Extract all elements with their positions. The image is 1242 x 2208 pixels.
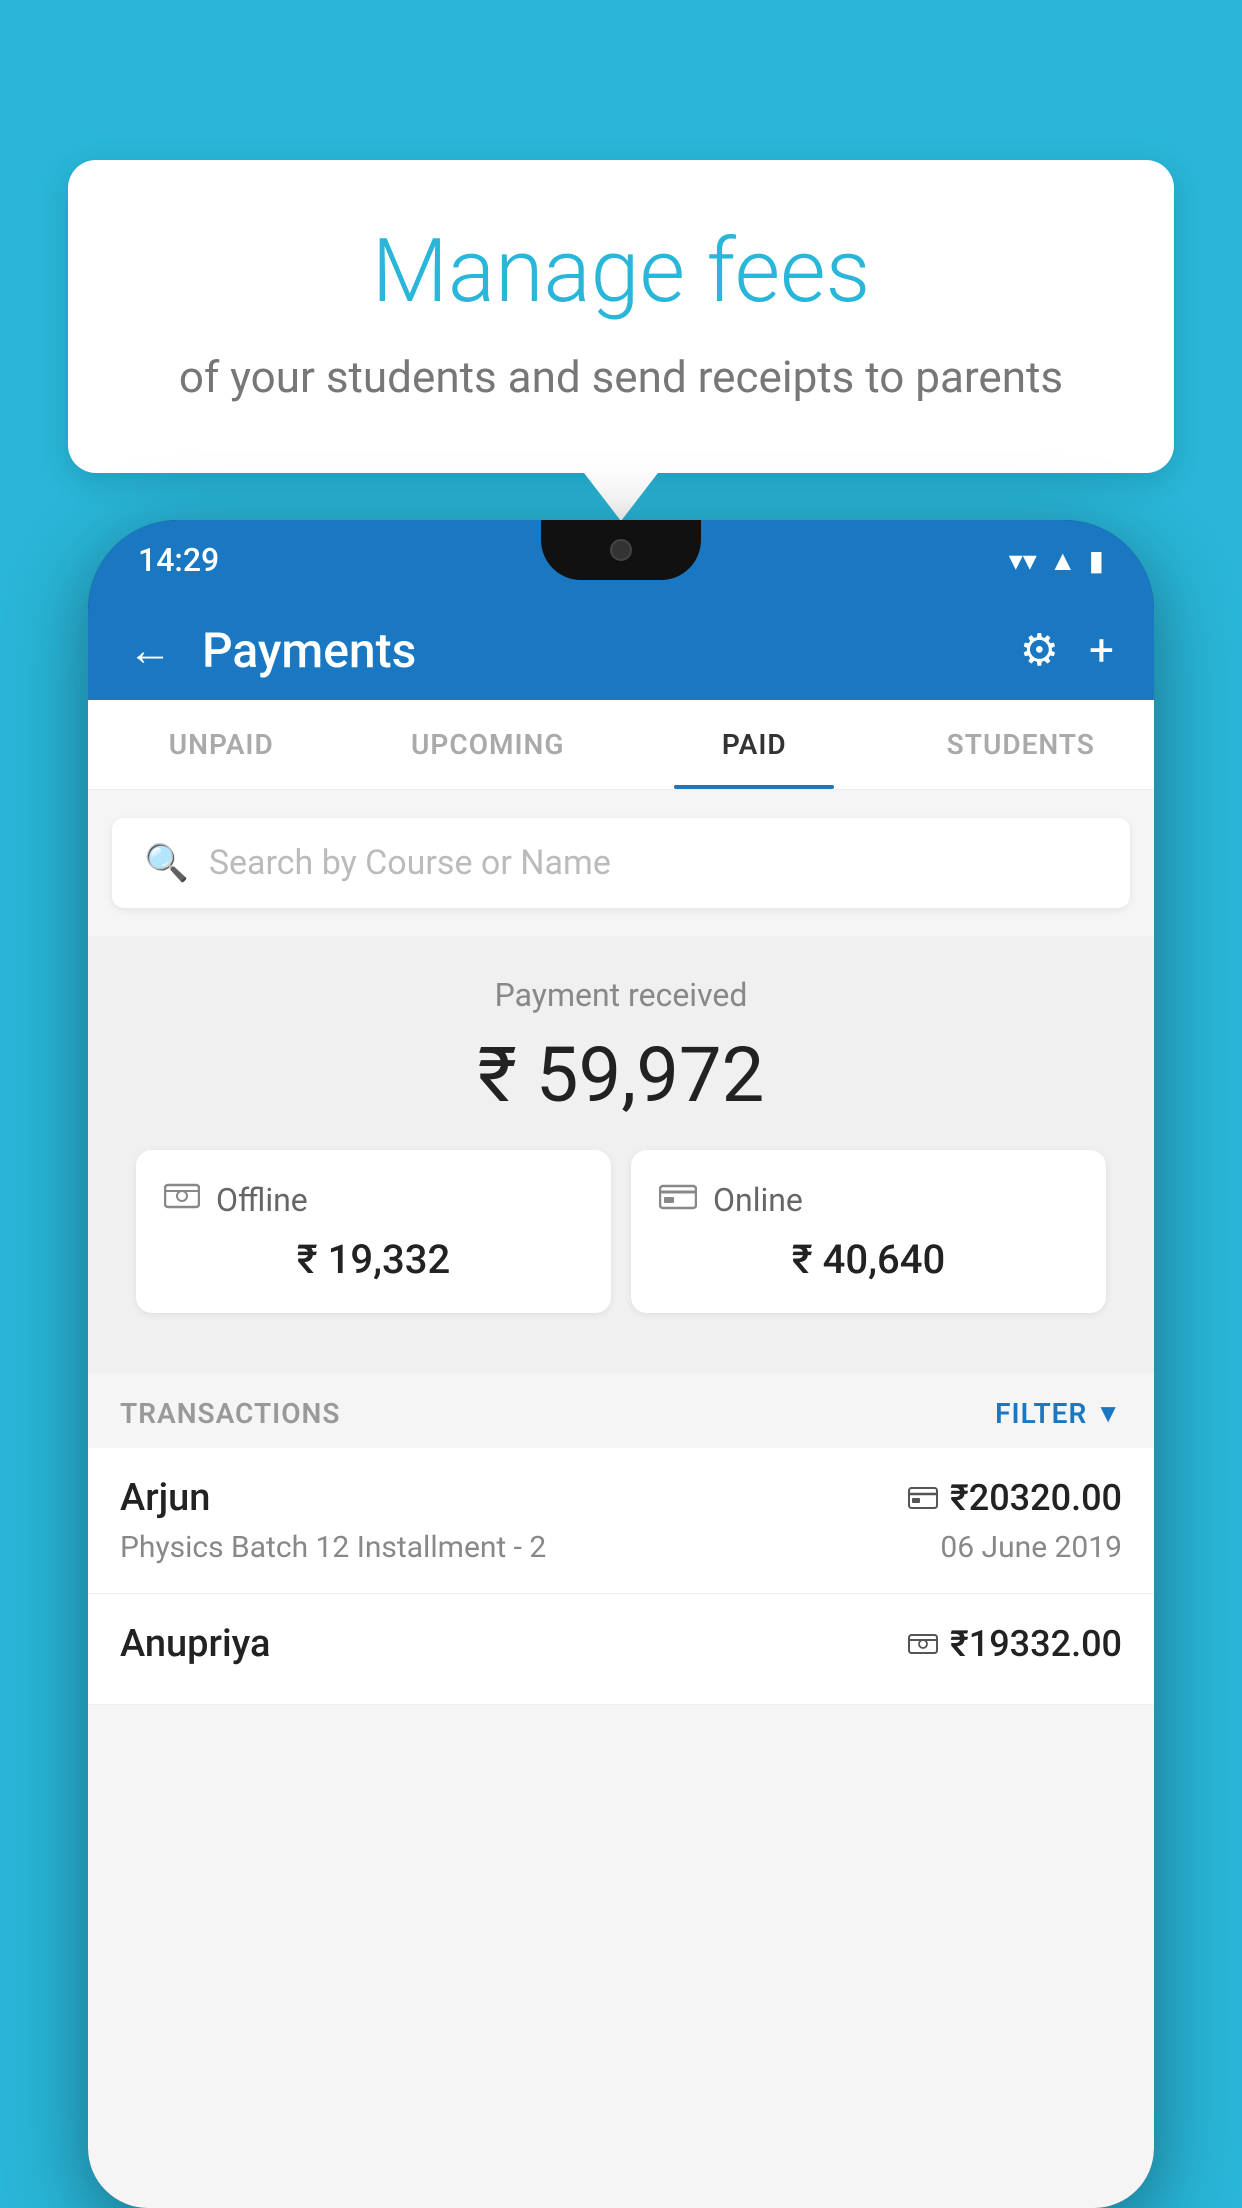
filter-icon: ▼ <box>1095 1398 1122 1429</box>
transactions-header: TRANSACTIONS FILTER ▼ <box>88 1373 1154 1448</box>
offline-card-header: Offline <box>164 1180 583 1220</box>
online-amount: ₹ 40,640 <box>659 1236 1078 1283</box>
status-bar: 14:29 ▾▾ ▲ ▮ <box>88 520 1154 600</box>
tab-students[interactable]: STUDENTS <box>888 700 1155 789</box>
signal-icon: ▲ <box>1049 544 1077 577</box>
settings-icon[interactable]: ⚙ <box>1020 624 1059 676</box>
app-title: Payments <box>202 622 990 679</box>
transaction-item[interactable]: Arjun ₹20320.00 Physics Batch 12 Install… <box>88 1448 1154 1594</box>
offline-amount: ₹ 19,332 <box>164 1236 583 1283</box>
transaction-row-bottom: Physics Batch 12 Installment - 2 06 June… <box>120 1530 1122 1565</box>
transaction-row-top: Arjun ₹20320.00 <box>120 1476 1122 1520</box>
card-icon-small <box>908 1486 938 1510</box>
cash-payment-icon <box>164 1180 200 1220</box>
payment-cards: Offline ₹ 19,332 <box>136 1150 1106 1313</box>
filter-button[interactable]: FILTER ▼ <box>995 1397 1122 1430</box>
tabs: UNPAID UPCOMING PAID STUDENTS <box>88 700 1154 790</box>
bubble-subtitle: of your students and send receipts to pa… <box>148 351 1094 403</box>
camera <box>610 539 632 561</box>
transaction-amount: ₹20320.00 <box>908 1477 1122 1519</box>
online-label: Online <box>713 1181 803 1219</box>
offline-label: Offline <box>216 1181 308 1219</box>
payment-received-section: Payment received ₹ 59,972 <box>88 936 1154 1373</box>
app-bar-icons: ⚙ + <box>1020 624 1114 676</box>
phone-frame: 14:29 ▾▾ ▲ ▮ ← Payments ⚙ + UNPAID UPCOM… <box>88 520 1154 2208</box>
offline-card: Offline ₹ 19,332 <box>136 1150 611 1313</box>
wifi-icon: ▾▾ <box>1009 544 1037 577</box>
phone-notch <box>541 520 701 580</box>
speech-bubble: Manage fees of your students and send re… <box>68 160 1174 473</box>
status-icons: ▾▾ ▲ ▮ <box>1009 544 1104 577</box>
transactions-label: TRANSACTIONS <box>120 1397 340 1430</box>
search-icon: 🔍 <box>144 842 189 884</box>
card-payment-icon <box>659 1180 697 1220</box>
app-bar: ← Payments ⚙ + <box>88 600 1154 700</box>
battery-icon: ▮ <box>1089 544 1104 577</box>
transaction-amount: ₹19332.00 <box>908 1623 1122 1665</box>
status-time: 14:29 <box>138 541 219 579</box>
payment-received-label: Payment received <box>112 976 1130 1014</box>
back-button[interactable]: ← <box>128 624 172 676</box>
online-card: Online ₹ 40,640 <box>631 1150 1106 1313</box>
transaction-date: 06 June 2019 <box>940 1530 1122 1565</box>
online-card-header: Online <box>659 1180 1078 1220</box>
course-info: Physics Batch 12 Installment - 2 <box>120 1530 546 1565</box>
student-name: Arjun <box>120 1476 210 1520</box>
bubble-title: Manage fees <box>148 220 1094 323</box>
tab-upcoming[interactable]: UPCOMING <box>355 700 622 789</box>
tab-paid[interactable]: PAID <box>621 700 888 789</box>
cash-icon-small <box>908 1632 938 1656</box>
search-bar[interactable]: 🔍 Search by Course or Name <box>112 818 1130 908</box>
screen-content: 🔍 Search by Course or Name Payment recei… <box>88 790 1154 2208</box>
transaction-item[interactable]: Anupriya ₹19332.00 <box>88 1594 1154 1705</box>
tab-unpaid[interactable]: UNPAID <box>88 700 355 789</box>
transaction-row-top: Anupriya ₹19332.00 <box>120 1622 1122 1666</box>
search-placeholder: Search by Course or Name <box>209 843 611 883</box>
student-name: Anupriya <box>120 1622 270 1666</box>
payment-total-amount: ₹ 59,972 <box>112 1030 1130 1120</box>
add-icon[interactable]: + <box>1089 624 1114 676</box>
